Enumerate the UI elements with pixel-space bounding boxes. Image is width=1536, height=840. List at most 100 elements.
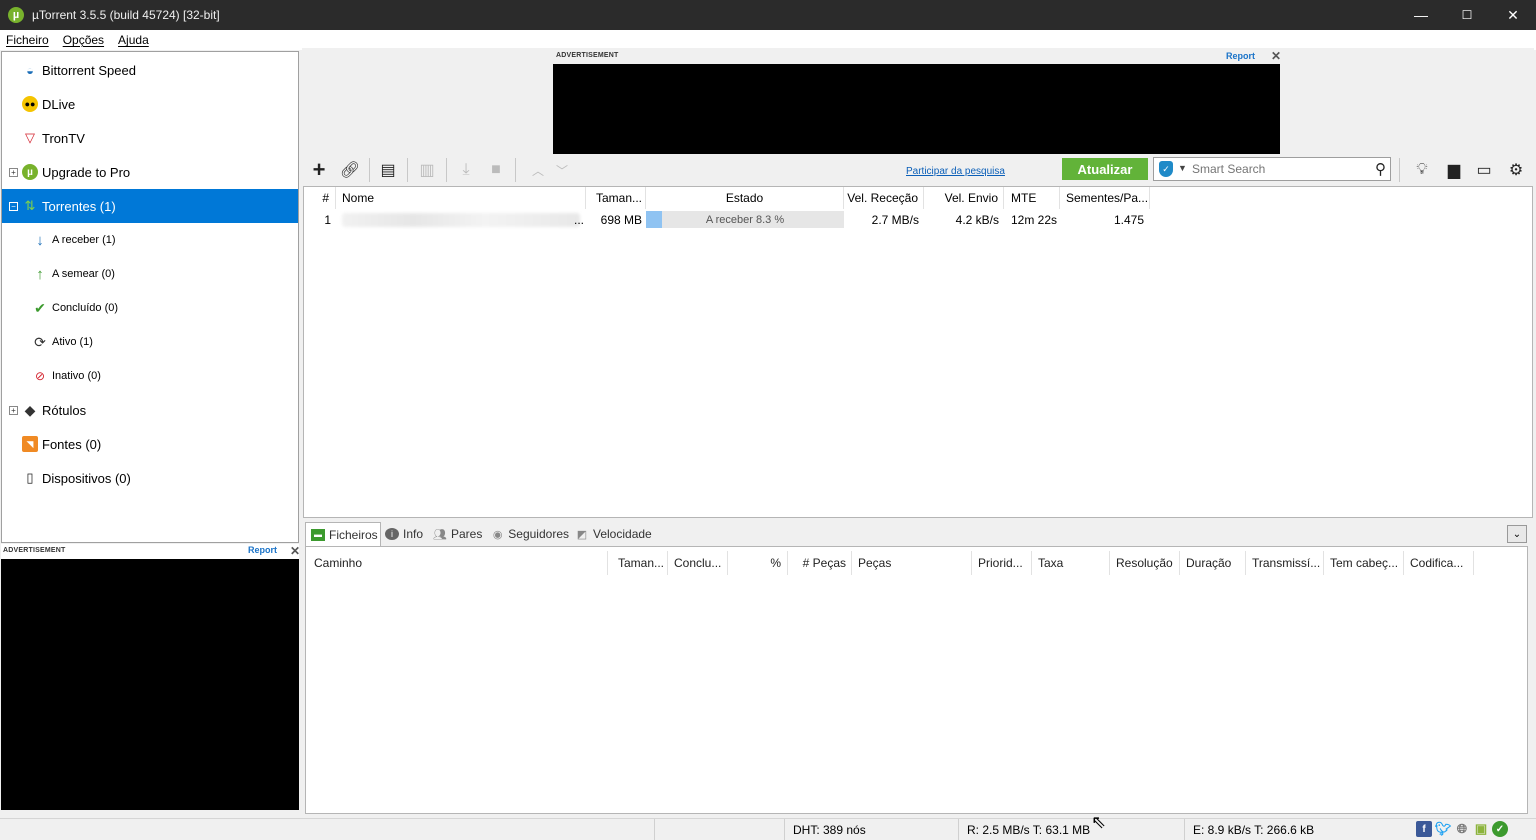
eta: 12m 22s: [1011, 213, 1058, 227]
rss-icon: ◥: [22, 436, 38, 452]
dlive-icon: ●●: [22, 96, 38, 112]
search-input[interactable]: [1192, 160, 1362, 178]
globe-icon[interactable]: 🌐︎: [1454, 821, 1470, 837]
column-header-tamanho[interactable]: Taman...: [608, 551, 668, 575]
chat-button[interactable]: ▆: [1442, 158, 1466, 182]
shield-icon[interactable]: ✓: [1159, 161, 1173, 177]
sidebar-item-upgrade-to-pro[interactable]: + µ Upgrade to Pro: [2, 155, 298, 189]
add-url-button[interactable]: 🔗︎: [338, 158, 362, 182]
sidebar-item-a-semear[interactable]: ↑ A semear (0): [2, 257, 298, 291]
down-speed: 2.7 MB/s: [871, 213, 919, 227]
ad-close-icon[interactable]: ✕: [1271, 49, 1281, 63]
tips-button[interactable]: 💡︎: [1410, 158, 1434, 182]
sidebar-item-dispositivos[interactable]: ▯ Dispositivos (0): [2, 461, 298, 495]
sidebar-item-ativo[interactable]: ⟳ Ativo (1): [2, 325, 298, 359]
maximize-button[interactable]: ☐: [1444, 0, 1490, 30]
sidebar-item-label: Bittorrent Speed: [42, 62, 136, 78]
column-header-percent[interactable]: %: [728, 551, 788, 575]
android-icon[interactable]: ▣: [1473, 821, 1489, 837]
monitor-icon: ▭: [1476, 162, 1492, 179]
dht-status: DHT: 389 nós: [784, 819, 958, 840]
column-header-up-speed[interactable]: Vel. Envio: [924, 187, 1004, 209]
survey-link[interactable]: Participar da pesquisa: [906, 166, 1005, 177]
status-bar: DHT: 389 nós R: 2.5 MB/s T: 63.1 MB E: 8…: [0, 818, 1536, 840]
start-button[interactable]: ⤓: [454, 158, 478, 182]
sidebar-item-fontes[interactable]: ◥ Fontes (0): [2, 427, 298, 461]
close-button[interactable]: ✕: [1490, 0, 1536, 30]
caret-down-icon[interactable]: ▼: [1178, 163, 1187, 173]
category-sidebar: ◒ Bittorrent Speed ●● DLive ▽ TronTV + µ…: [1, 51, 299, 543]
expand-icon[interactable]: +: [9, 167, 18, 177]
mouse-cursor-icon: ⇖: [1091, 812, 1107, 832]
column-header-codificacao[interactable]: Codifica...: [1404, 551, 1474, 575]
column-header-down-speed[interactable]: Vel. Receção: [844, 187, 924, 209]
minimize-button[interactable]: —: [1398, 0, 1444, 30]
column-header-status[interactable]: Estado: [646, 187, 844, 209]
sidebar-item-torrentes[interactable]: − ⇅ Torrentes (1): [2, 189, 298, 223]
column-header-pecas[interactable]: Peças: [852, 551, 972, 575]
move-up-button[interactable]: ︿: [526, 158, 550, 182]
column-header-size[interactable]: Taman...: [586, 187, 646, 209]
stop-icon: ■: [491, 161, 501, 178]
tab-velocidade[interactable]: ◩ Velocidade: [573, 522, 657, 546]
menu-opcoes[interactable]: Opções: [63, 33, 104, 47]
column-header-num-pecas[interactable]: # Peças: [788, 551, 852, 575]
sidebar-item-inativo[interactable]: ⊘ Inativo (0): [2, 359, 298, 393]
ad-close-icon[interactable]: ✕: [290, 544, 300, 558]
files-table: Caminho Taman... Conclu... % # Peças Peç…: [305, 546, 1528, 814]
stop-button[interactable]: ■: [484, 158, 508, 182]
facebook-icon[interactable]: f: [1416, 821, 1432, 837]
column-header-taxa[interactable]: Taxa: [1032, 551, 1110, 575]
update-button[interactable]: Atualizar: [1062, 158, 1148, 180]
remote-button[interactable]: ▭: [1472, 158, 1496, 182]
ad-report-link[interactable]: Report: [248, 545, 277, 555]
sidebar-item-concluido[interactable]: ✔ Concluído (0): [2, 291, 298, 325]
expand-icon[interactable]: +: [9, 405, 18, 415]
tab-seguidores[interactable]: ◉ Seguidores: [489, 522, 569, 546]
torrents-icon: ⇅: [24, 198, 36, 213]
ad-content[interactable]: [1, 559, 299, 810]
menu-bar: Ficheiro Opções Ajuda: [0, 30, 1536, 50]
column-header-seeds-peers[interactable]: Sementes/Pa...: [1060, 187, 1150, 209]
double-chevron-down-icon: ⌄: [1512, 528, 1522, 540]
column-header-transmissivel[interactable]: Transmissí...: [1246, 551, 1324, 575]
column-header-prioridade[interactable]: Priorid...: [972, 551, 1032, 575]
column-header-resolucao[interactable]: Resolução: [1110, 551, 1180, 575]
sidebar-item-rotulos[interactable]: + ◆ Rótulos: [2, 393, 298, 427]
column-header-tem-cabecalho[interactable]: Tem cabeç...: [1324, 551, 1404, 575]
search-icon[interactable]: ⚲: [1375, 160, 1386, 178]
column-header-concluido[interactable]: Conclu...: [668, 551, 728, 575]
menu-ajuda[interactable]: Ajuda: [118, 33, 149, 47]
move-down-button[interactable]: ﹀: [550, 158, 574, 182]
remove-button[interactable]: ▥: [415, 158, 439, 182]
column-header-name[interactable]: Nome: [336, 187, 586, 209]
column-header-duracao[interactable]: Duração: [1180, 551, 1246, 575]
column-header-caminho[interactable]: Caminho: [306, 551, 608, 575]
sidebar-item-trontv[interactable]: ▽ TronTV: [2, 121, 298, 155]
create-torrent-button[interactable]: ▤: [376, 158, 400, 182]
tab-ficheiros[interactable]: ▬ Ficheiros: [305, 522, 381, 546]
sidebar-item-a-receber[interactable]: ↓ A receber (1): [2, 223, 298, 257]
sidebar-item-label: DLive: [42, 96, 76, 112]
menu-ficheiro[interactable]: Ficheiro: [6, 33, 49, 47]
column-header-index[interactable]: #: [304, 187, 336, 209]
twitter-icon[interactable]: 🐦︎: [1435, 821, 1452, 837]
collapse-icon[interactable]: −: [9, 201, 18, 211]
settings-button[interactable]: ⚙: [1504, 158, 1528, 182]
lightbulb-icon: 💡︎: [1416, 161, 1428, 178]
sidebar-item-dlive[interactable]: ●● DLive: [2, 87, 298, 121]
send-status: E: 8.9 kB/s T: 266.6 kB: [1184, 819, 1412, 840]
top-advertisement: ADVERTISEMENT Report ✕: [302, 48, 1534, 154]
ad-report-link[interactable]: Report: [1226, 51, 1255, 61]
toolbar-divider: [446, 158, 447, 182]
torrent-list: # Nome Taman... Estado Vel. Receção Vel.…: [303, 186, 1533, 518]
download-arrow-icon: ↓: [36, 231, 44, 249]
tab-pares[interactable]: 👥︎ Pares: [431, 522, 487, 546]
add-torrent-button[interactable]: +: [307, 157, 331, 182]
tab-info[interactable]: i Info: [383, 522, 429, 546]
sidebar-item-bittorrent-speed[interactable]: ◒ Bittorrent Speed: [2, 53, 298, 87]
sidebar-item-label: Fontes (0): [42, 436, 102, 452]
ad-content[interactable]: [553, 64, 1280, 154]
collapse-panel-button[interactable]: ⌄: [1507, 525, 1527, 543]
column-header-eta[interactable]: MTE: [1004, 187, 1060, 209]
